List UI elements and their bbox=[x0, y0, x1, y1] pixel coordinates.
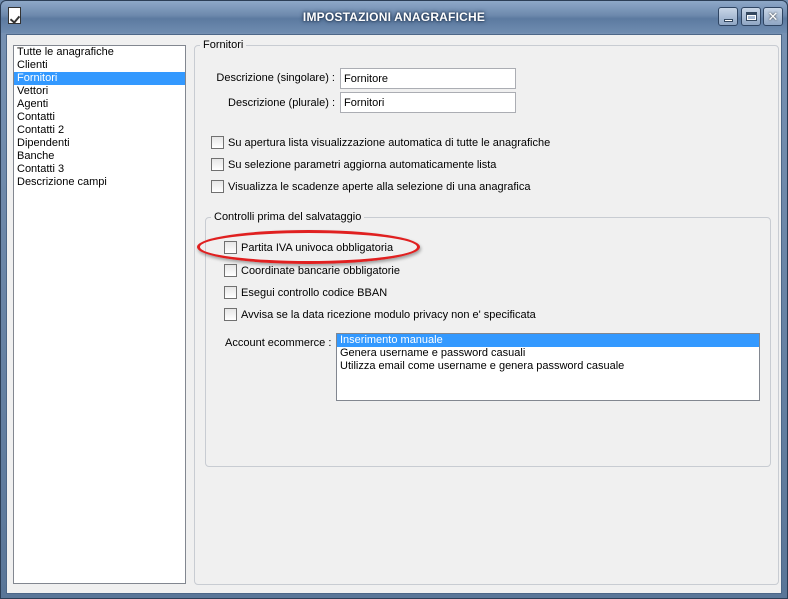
option-auto-refresh-row[interactable]: Su selezione parametri aggiorna automati… bbox=[211, 157, 496, 172]
title-bar[interactable]: IMPOSTAZIONI ANAGRAFICHE ✕ bbox=[1, 1, 787, 33]
category-item-descrizione-campi[interactable]: Descrizione campi bbox=[14, 176, 185, 189]
category-list[interactable]: Tutte le anagrafiche Clienti Fornitori V… bbox=[13, 45, 186, 584]
save-checks-group-title: Controlli prima del salvataggio bbox=[214, 211, 362, 223]
option-show-due-checkbox[interactable] bbox=[211, 180, 224, 193]
desc-singular-label: Descrizione (singolare) : bbox=[216, 72, 335, 84]
ecommerce-option-email[interactable]: Utilizza email come username e genera pa… bbox=[337, 360, 759, 373]
ecommerce-account-label: Account ecommerce : bbox=[225, 337, 332, 349]
check-bban-label[interactable]: Esegui controllo codice BBAN bbox=[241, 287, 387, 299]
check-bban-checkbox[interactable] bbox=[224, 286, 237, 299]
check-vat-unique-row[interactable]: Partita IVA univoca obbligatoria bbox=[224, 240, 393, 255]
category-item-dipendenti[interactable]: Dipendenti bbox=[14, 137, 185, 150]
category-item-contatti-2[interactable]: Contatti 2 bbox=[14, 124, 185, 137]
check-privacy-checkbox[interactable] bbox=[224, 308, 237, 321]
desc-plural-label: Descrizione (plurale) : bbox=[228, 97, 335, 109]
option-auto-list-row[interactable]: Su apertura lista visualizzazione automa… bbox=[211, 135, 550, 150]
option-auto-list-label[interactable]: Su apertura lista visualizzazione automa… bbox=[228, 137, 550, 149]
category-item-fornitori[interactable]: Fornitori bbox=[14, 72, 185, 85]
category-item-vettori[interactable]: Vettori bbox=[14, 85, 185, 98]
close-button[interactable]: ✕ bbox=[763, 7, 783, 26]
desc-singular-input[interactable] bbox=[340, 68, 516, 89]
fornitori-group-title: Fornitori bbox=[203, 39, 244, 51]
category-item-contatti[interactable]: Contatti bbox=[14, 111, 185, 124]
check-bank-required-checkbox[interactable] bbox=[224, 264, 237, 277]
desc-plural-input[interactable] bbox=[340, 92, 516, 113]
window-title: IMPOSTAZIONI ANAGRAFICHE bbox=[302, 10, 486, 24]
check-privacy-label[interactable]: Avvisa se la data ricezione modulo priva… bbox=[241, 309, 536, 321]
option-auto-list-checkbox[interactable] bbox=[211, 136, 224, 149]
option-auto-refresh-label[interactable]: Su selezione parametri aggiorna automati… bbox=[228, 159, 496, 171]
maximize-button[interactable] bbox=[741, 7, 761, 26]
settings-window: IMPOSTAZIONI ANAGRAFICHE ✕ Tutte le anag… bbox=[0, 0, 788, 599]
ecommerce-option-random[interactable]: Genera username e password casuali bbox=[337, 347, 759, 360]
ecommerce-option-manual[interactable]: Inserimento manuale bbox=[337, 334, 759, 347]
option-show-due-row[interactable]: Visualizza le scadenze aperte alla selez… bbox=[211, 179, 531, 194]
maximize-icon bbox=[746, 12, 757, 21]
dialog-client-area: Tutte le anagrafiche Clienti Fornitori V… bbox=[6, 34, 782, 594]
minimize-button[interactable] bbox=[718, 7, 738, 26]
category-item-banche[interactable]: Banche bbox=[14, 150, 185, 163]
category-item-clienti[interactable]: Clienti bbox=[14, 59, 185, 72]
check-vat-unique-label[interactable]: Partita IVA univoca obbligatoria bbox=[241, 242, 393, 254]
option-auto-refresh-checkbox[interactable] bbox=[211, 158, 224, 171]
category-item-contatti-3[interactable]: Contatti 3 bbox=[14, 163, 185, 176]
check-bban-row[interactable]: Esegui controllo codice BBAN bbox=[224, 285, 387, 300]
category-item-agenti[interactable]: Agenti bbox=[14, 98, 185, 111]
check-bank-required-label[interactable]: Coordinate bancarie obbligatorie bbox=[241, 265, 400, 277]
category-item-tutte[interactable]: Tutte le anagrafiche bbox=[14, 46, 185, 59]
check-vat-unique-checkbox[interactable] bbox=[224, 241, 237, 254]
close-icon: ✕ bbox=[767, 9, 779, 24]
check-bank-required-row[interactable]: Coordinate bancarie obbligatorie bbox=[224, 263, 400, 278]
minimize-icon bbox=[724, 19, 733, 22]
ecommerce-account-listbox[interactable]: Inserimento manuale Genera username e pa… bbox=[336, 333, 760, 401]
option-show-due-label[interactable]: Visualizza le scadenze aperte alla selez… bbox=[228, 181, 531, 193]
check-privacy-row[interactable]: Avvisa se la data ricezione modulo priva… bbox=[224, 307, 536, 322]
